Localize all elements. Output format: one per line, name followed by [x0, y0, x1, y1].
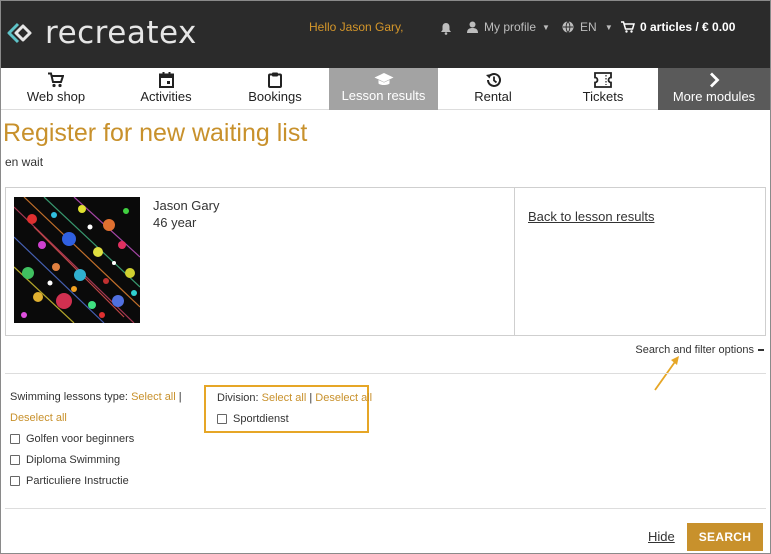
- person-name: Jason Gary: [153, 198, 220, 213]
- language-selector[interactable]: EN ▼: [562, 20, 613, 34]
- swimming-filter-header: Swimming lessons type: Select all |: [10, 391, 182, 403]
- chevron-down-icon: ▼: [602, 22, 613, 32]
- history-icon: [485, 72, 501, 87]
- nav-item-activities[interactable]: Activities: [111, 68, 221, 110]
- main-nav: Web shop Activities Bookings Lesson resu…: [1, 68, 770, 110]
- cart-summary[interactable]: 0 articles / € 0.00: [621, 20, 735, 34]
- option-label: Diploma Swimming: [26, 454, 121, 466]
- bell-icon[interactable]: [440, 22, 452, 40]
- option-label: Particuliere Instructie: [26, 475, 129, 487]
- checkbox[interactable]: [10, 455, 20, 465]
- nav-item-rental[interactable]: Rental: [438, 68, 548, 110]
- logo-text: recreatex: [45, 15, 197, 51]
- language-label: EN: [580, 20, 597, 34]
- option-label: Sportdienst: [233, 413, 289, 425]
- swimming-filter-label: Swimming lessons type:: [10, 391, 128, 403]
- division-select-all-link[interactable]: Select all: [262, 392, 307, 404]
- back-to-lesson-results-link[interactable]: Back to lesson results: [528, 209, 654, 224]
- graduation-cap-icon: [374, 73, 393, 85]
- chevron-right-icon: [710, 72, 720, 88]
- minus-icon: [758, 349, 764, 351]
- swimming-deselect-all-link[interactable]: Deselect all: [10, 412, 67, 424]
- nav-item-label: Web shop: [26, 89, 86, 104]
- my-profile-label: My profile: [484, 20, 537, 34]
- swimming-option-golfen[interactable]: Golfen voor beginners: [10, 433, 134, 445]
- swimming-option-diploma[interactable]: Diploma Swimming: [10, 454, 120, 466]
- division-filter-header: Division: Select all | Deselect all: [217, 392, 372, 404]
- nav-item-label: Activities: [140, 89, 192, 104]
- division-deselect-all-link[interactable]: Deselect all: [315, 392, 372, 404]
- nav-item-label: Tickets: [582, 89, 624, 104]
- nav-item-bookings[interactable]: Bookings: [221, 68, 329, 110]
- cart-icon: [621, 21, 635, 33]
- my-profile-menu[interactable]: My profile ▼: [467, 20, 550, 34]
- globe-icon: [562, 21, 574, 33]
- chevron-down-icon: ▼: [542, 22, 550, 32]
- calendar-icon: [158, 72, 174, 88]
- nav-item-more-modules[interactable]: More modules: [658, 68, 770, 110]
- profile-image: [14, 197, 140, 323]
- nav-item-web-shop[interactable]: Web shop: [1, 68, 111, 110]
- card-divider: [514, 188, 515, 335]
- swimming-option-particuliere[interactable]: Particuliere Instructie: [10, 475, 129, 487]
- logo[interactable]: recreatex: [7, 13, 197, 53]
- nav-item-label: More modules: [672, 89, 756, 104]
- division-option-sportdienst[interactable]: Sportdienst: [217, 413, 289, 425]
- top-bar: recreatex Hello Jason Gary, My profile ▼…: [1, 1, 770, 68]
- cart-label: 0 articles / € 0.00: [640, 20, 736, 34]
- division-filter-label: Division:: [217, 392, 259, 404]
- nav-item-label: Bookings: [248, 89, 302, 104]
- link-separator: |: [309, 392, 313, 404]
- page-subtitle: en wait: [5, 155, 44, 169]
- hide-link[interactable]: Hide: [648, 529, 675, 544]
- checkbox[interactable]: [10, 434, 20, 444]
- clipboard-icon: [268, 72, 282, 88]
- person-age: 46 year: [153, 215, 197, 230]
- ticket-icon: [594, 72, 612, 88]
- nav-item-label: Lesson results: [341, 88, 426, 103]
- nav-item-label: Rental: [474, 89, 512, 104]
- search-button[interactable]: SEARCH: [687, 523, 763, 551]
- nav-item-tickets[interactable]: Tickets: [548, 68, 658, 110]
- link-separator: |: [178, 391, 182, 403]
- user-icon: [467, 21, 478, 33]
- option-label: Golfen voor beginners: [26, 433, 135, 445]
- filter-divider-bottom: [5, 508, 766, 509]
- cart-icon: [48, 72, 64, 88]
- logo-icon: [7, 22, 32, 44]
- division-filter-highlight: Division: Select all | Deselect all Spor…: [204, 385, 372, 433]
- checkbox[interactable]: [10, 476, 20, 486]
- checkbox[interactable]: [217, 414, 227, 424]
- filter-divider-top: [5, 373, 766, 374]
- swimming-select-all-link[interactable]: Select all: [131, 391, 176, 403]
- greeting-text: Hello Jason Gary,: [309, 20, 404, 34]
- nav-item-lesson-results[interactable]: Lesson results: [329, 68, 438, 110]
- profile-card: Jason Gary 46 year Back to lesson result…: [5, 187, 766, 336]
- page-title: Register for new waiting list: [3, 119, 308, 147]
